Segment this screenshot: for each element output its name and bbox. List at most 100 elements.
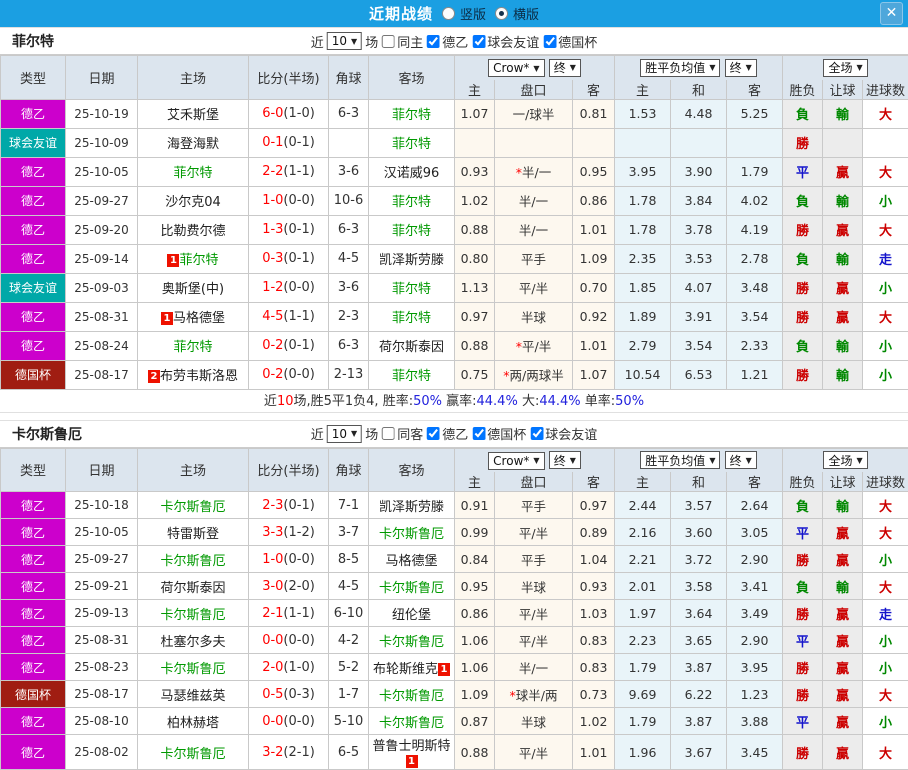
fullmatch-select[interactable]: 全场▼ bbox=[823, 451, 867, 469]
avg-home-cell: 2.23 bbox=[615, 627, 671, 654]
handicap-cell: 半/一 bbox=[495, 215, 573, 244]
final-odds-select[interactable]: 终▼ bbox=[549, 59, 581, 77]
avg-away-cell: 3.45 bbox=[727, 735, 783, 770]
competition-checkbox[interactable]: 德乙 bbox=[426, 32, 468, 51]
col-date: 日期 bbox=[66, 448, 138, 492]
goals-cell: 大 bbox=[863, 573, 908, 600]
let-result-cell: 贏 bbox=[823, 627, 863, 654]
match-row: 德乙 25-10-05 菲尔特 2-2(1-1) 3-6 汉诺威96 0.93 … bbox=[1, 157, 908, 186]
competition-checkbox[interactable]: 球会友谊 bbox=[471, 32, 539, 51]
avg-odds-select[interactable]: 胜平负均值▼ bbox=[640, 451, 720, 469]
avg-draw-cell: 4.48 bbox=[671, 99, 727, 128]
wdl-cell: 平 bbox=[783, 627, 823, 654]
match-row: 德乙 25-09-13 卡尔斯鲁厄 2-1(1-1) 6-10 纽伦堡 0.86… bbox=[1, 600, 908, 627]
competition-checkbox-input[interactable] bbox=[543, 35, 556, 48]
bookmaker-select[interactable]: Crow*▼ bbox=[488, 59, 544, 77]
match-count-select-value: 10 bbox=[332, 34, 347, 48]
avg-home-cell: 1.53 bbox=[615, 99, 671, 128]
corner-cell: 10-6 bbox=[329, 186, 369, 215]
home-team-cell: 卡尔斯鲁厄 bbox=[138, 492, 249, 519]
competition-checkbox[interactable]: 球会友谊 bbox=[529, 424, 597, 443]
away-odds-cell: 0.83 bbox=[573, 627, 615, 654]
same-venue-checkbox[interactable]: 同主 bbox=[381, 32, 423, 51]
away-odds-cell: 0.97 bbox=[573, 492, 615, 519]
away-odds-cell: 0.73 bbox=[573, 681, 615, 708]
competition-checkbox[interactable]: 德国杯 bbox=[471, 424, 526, 443]
final-odds-select[interactable]: 终▼ bbox=[549, 451, 581, 469]
competition-checkbox-input[interactable] bbox=[427, 427, 440, 440]
goals-cell: 小 bbox=[863, 273, 908, 302]
avg-draw-cell: 3.84 bbox=[671, 186, 727, 215]
handicap-cell bbox=[495, 128, 573, 157]
games-label: 场 bbox=[365, 32, 378, 51]
avg-odds-select[interactable]: 胜平负均值▼ bbox=[640, 59, 720, 77]
competition-checkbox-label: 德乙 bbox=[442, 424, 468, 443]
competition-checkbox-input[interactable] bbox=[472, 427, 485, 440]
bookmaker-select[interactable]: Crow*▼ bbox=[488, 452, 544, 470]
chevron-down-icon: ▼ bbox=[709, 63, 715, 72]
match-type-cell: 德乙 bbox=[1, 99, 66, 128]
competition-checkbox[interactable]: 德国杯 bbox=[542, 32, 597, 51]
avg-away-cell: 2.90 bbox=[727, 627, 783, 654]
home-odds-cell: 1.06 bbox=[455, 654, 495, 681]
away-team-cell: 卡尔斯鲁厄 bbox=[369, 627, 455, 654]
avg-home-cell: 1.78 bbox=[615, 186, 671, 215]
corner-cell: 5-10 bbox=[329, 708, 369, 735]
competition-checkbox-input[interactable] bbox=[427, 35, 440, 48]
avg-away-cell: 3.49 bbox=[727, 600, 783, 627]
goals-cell: 小 bbox=[863, 360, 908, 389]
competition-checkbox[interactable]: 德乙 bbox=[426, 424, 468, 443]
competition-checkbox-input[interactable] bbox=[530, 427, 543, 440]
away-team-cell: 菲尔特 bbox=[369, 360, 455, 389]
radio-horizontal-layout[interactable] bbox=[495, 7, 508, 20]
summary-part: 44.4% bbox=[539, 394, 580, 409]
fullmatch-select[interactable]: 全场▼ bbox=[823, 59, 867, 77]
summary-part: 50% bbox=[413, 394, 442, 409]
avg-away-cell: 1.21 bbox=[727, 360, 783, 389]
match-type-cell: 德乙 bbox=[1, 157, 66, 186]
avg-draw-cell: 3.57 bbox=[671, 492, 727, 519]
col-avg-draw: 和 bbox=[671, 80, 727, 100]
away-team-cell: 凯泽斯劳滕 bbox=[369, 244, 455, 273]
avg-draw-cell: 3.87 bbox=[671, 708, 727, 735]
bookmaker-select-value: Crow* bbox=[493, 61, 529, 75]
avg-draw-cell: 6.22 bbox=[671, 681, 727, 708]
avg-away-cell: 3.95 bbox=[727, 654, 783, 681]
corner-cell: 6-10 bbox=[329, 600, 369, 627]
goals-cell: 大 bbox=[863, 519, 908, 546]
away-odds-cell: 0.93 bbox=[573, 573, 615, 600]
same-venue-checkbox[interactable]: 同客 bbox=[381, 424, 423, 443]
close-button[interactable]: ✕ bbox=[880, 2, 903, 25]
match-row: 德乙 25-08-24 菲尔特 0-2(0-1) 6-3 荷尔斯泰因 0.88 … bbox=[1, 331, 908, 360]
final-avg-select[interactable]: 终▼ bbox=[725, 59, 757, 77]
same-venue-checkbox-input[interactable] bbox=[382, 427, 395, 440]
avg-home-cell: 2.35 bbox=[615, 244, 671, 273]
let-result-cell: 贏 bbox=[823, 546, 863, 573]
match-type-cell: 球会友谊 bbox=[1, 128, 66, 157]
goals-cell: 小 bbox=[863, 654, 908, 681]
avg-draw-cell: 3.90 bbox=[671, 157, 727, 186]
corner-cell: 2-13 bbox=[329, 360, 369, 389]
radio-vertical-layout[interactable] bbox=[442, 7, 455, 20]
match-count-select[interactable]: 10▼ bbox=[327, 32, 362, 50]
final-odds-select-value: 终 bbox=[554, 59, 566, 76]
match-type-cell: 德乙 bbox=[1, 215, 66, 244]
handicap-cell: 平手 bbox=[495, 492, 573, 519]
competition-checkbox-input[interactable] bbox=[472, 35, 485, 48]
goals-cell: 小 bbox=[863, 627, 908, 654]
rank-badge: 2 bbox=[148, 370, 160, 383]
away-odds-cell: 0.89 bbox=[573, 519, 615, 546]
corner-cell: 5-2 bbox=[329, 654, 369, 681]
home-odds-cell: 1.06 bbox=[455, 627, 495, 654]
final-avg-select[interactable]: 终▼ bbox=[725, 451, 757, 469]
match-count-select[interactable]: 10▼ bbox=[327, 425, 362, 443]
summary-line: 近10场,胜5平1负4, 胜率:50% 赢率:44.4% 大:44.4% 单率:… bbox=[0, 390, 908, 413]
col-avg-home: 主 bbox=[615, 80, 671, 100]
wdl-cell: 負 bbox=[783, 186, 823, 215]
radio-horizontal-label[interactable]: 横版 bbox=[513, 4, 539, 23]
wdl-cell: 勝 bbox=[783, 215, 823, 244]
radio-vertical-label[interactable]: 竖版 bbox=[460, 4, 486, 23]
same-venue-checkbox-input[interactable] bbox=[382, 35, 395, 48]
summary-part: 10 bbox=[277, 394, 294, 409]
corner-cell: 6-3 bbox=[329, 215, 369, 244]
